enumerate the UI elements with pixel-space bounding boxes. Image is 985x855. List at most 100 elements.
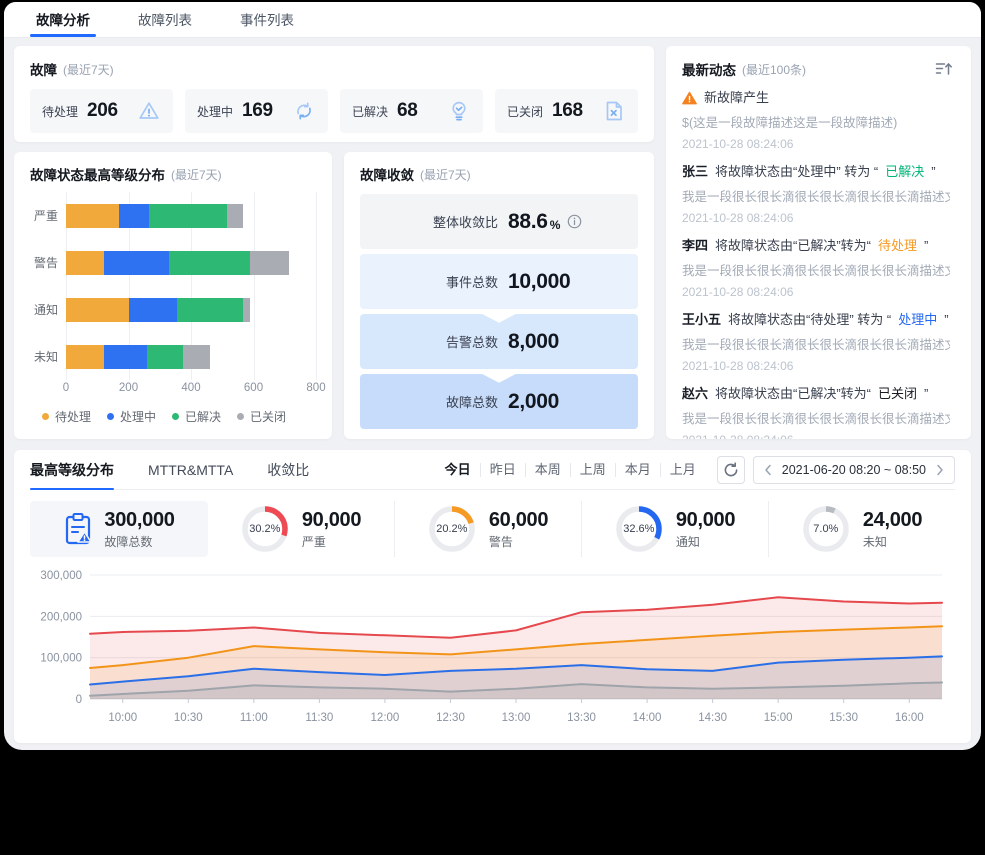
feed-item-title: 李四将故障状态由“已解决”转为“待处理”: [682, 237, 955, 254]
svg-text:11:30: 11:30: [305, 712, 333, 724]
donut-percent-label: 30.2%: [241, 505, 289, 553]
feed-status-text: 已解决: [885, 163, 924, 180]
activity-card: 最新动态 (最近100条) 新故障产生$(这是一: [666, 46, 971, 439]
fault-total-value: 300,000: [104, 509, 174, 531]
legend-dot: [42, 413, 49, 420]
preset-yesterday[interactable]: 昨日: [480, 463, 525, 477]
preset-this-month[interactable]: 本月: [615, 463, 660, 477]
bar-rows: [66, 192, 316, 380]
tab-label: 最高等级分布: [30, 460, 114, 480]
svg-text:13:00: 13:00: [502, 712, 531, 724]
activity-card-title: 最新动态 (最近100条): [682, 59, 806, 79]
preset-this-week[interactable]: 本周: [525, 463, 570, 477]
funnel-row-label: 整体收敛比: [402, 212, 498, 231]
donut-kpi-text: 24,000 未知: [863, 509, 922, 550]
funnel-row: 告警总数8,000: [360, 314, 638, 369]
funnel-value-number: 88.6: [508, 210, 548, 234]
chevron-left-icon[interactable]: [764, 464, 772, 476]
bar-segment-已解决: [149, 204, 227, 228]
bar-category-label: 严重: [30, 192, 66, 239]
preset-today[interactable]: 今日: [436, 463, 480, 477]
feed-item-desc: 我是一段很长很长滴很长很长滴很长很长滴描述文字...: [682, 334, 950, 353]
funnel-row-value: 8,000: [508, 330, 596, 354]
sort-asc-icon: [935, 61, 953, 77]
funnel-row-value: 10,000: [508, 270, 596, 294]
card-subtitle: (最近7天): [63, 61, 114, 78]
bar-segment-已关闭: [250, 251, 289, 275]
svg-text:14:00: 14:00: [633, 712, 662, 724]
refresh-button[interactable]: [717, 456, 745, 484]
sort-button[interactable]: [933, 59, 955, 79]
stacked-bar: [66, 204, 316, 228]
svg-text:14:30: 14:30: [698, 712, 727, 724]
bar-x-tick-label: 600: [244, 382, 263, 394]
donut-kpi-value: 90,000: [676, 509, 735, 531]
funnel-value-number: 8,000: [508, 330, 559, 354]
stat-label: 处理中: [197, 103, 233, 120]
donut-kpi-label: 警告: [489, 533, 548, 550]
tab-fault-analysis[interactable]: 故障分析: [34, 2, 92, 37]
donut-kpi-text: 90,000通知: [676, 509, 735, 550]
fault-stats: 待处理206处理中169已解决68已关闭168: [30, 89, 638, 133]
bar-row: [66, 286, 316, 333]
donut-kpi-text: 60,000 警告: [489, 509, 548, 550]
svg-text:15:00: 15:00: [764, 712, 793, 724]
donut-kpi-text: 90,000严重: [302, 509, 361, 550]
alert-triangle-icon: [682, 91, 697, 105]
funnel-row-label: 事件总数: [402, 272, 498, 291]
stacked-bar: [66, 345, 316, 369]
bar-segment-处理中: [119, 204, 149, 228]
bar-legend: 待处理 处理中已解决已关闭: [30, 408, 316, 425]
donut-kpi-value: 60,000: [489, 509, 548, 531]
legend-dot: [107, 413, 114, 420]
tab-event-list[interactable]: 事件列表: [238, 2, 296, 37]
chevron-right-icon[interactable]: [936, 464, 944, 476]
feed-action-text: 将故障状态由“待处理” 转为 “: [728, 311, 891, 328]
date-range-value: 2021-06-20 08:20 ~ 08:50: [782, 463, 926, 477]
svg-text:0: 0: [76, 694, 82, 706]
funnel-value-unit: %: [550, 218, 560, 232]
tab-fault-list[interactable]: 故障列表: [136, 2, 194, 37]
donut-kpi-label: 未知: [863, 533, 922, 550]
fault-stat-box: 已关闭168: [495, 89, 638, 133]
feed-item-desc: 我是一段很长很长滴很长很长滴很长很长滴描述文字...: [682, 186, 950, 205]
funnel-value-number: 2,000: [508, 390, 559, 414]
feed-status-text: 待处理: [878, 237, 917, 254]
bar-x-tick-label: 200: [119, 382, 138, 394]
donut-kpi-group: 30.2% 90,000严重: [208, 501, 394, 557]
convergence-card: 故障收敛 (最近7天) 整体收敛比88.6%事件总数10,000告警总数8,00…: [344, 152, 654, 439]
tab-convergence-ratio[interactable]: 收敛比: [267, 450, 309, 489]
feed-item-desc: $(这是一段故障描述这是一段故障描述): [682, 112, 950, 131]
tab-mttr-mtta[interactable]: MTTR&MTTA: [148, 450, 233, 489]
feed-item-title: 赵六将故障状态由“已解决”转为“已关闭”: [682, 385, 955, 402]
donut-kpi-value: 24,000: [863, 509, 922, 531]
legend-item[interactable]: 已解决: [172, 408, 221, 425]
file-x-icon: [602, 99, 626, 123]
feed-item-title: 王小五将故障状态由“待处理” 转为 “处理中”: [682, 311, 955, 328]
bar-segment-已解决: [147, 345, 183, 369]
bar-segment-已关闭: [183, 345, 210, 369]
fault-total-label: 故障总数: [104, 533, 174, 550]
card-subtitle: (最近100条): [742, 61, 806, 78]
preset-last-week[interactable]: 上周: [570, 463, 615, 477]
activity-feed: 新故障产生$(这是一段故障描述这是一段故障描述)2021-10-28 08:24…: [682, 79, 955, 439]
preset-last-month[interactable]: 上月: [660, 463, 705, 477]
info-icon[interactable]: [567, 214, 582, 229]
legend-item[interactable]: 已关闭: [237, 408, 286, 425]
svg-text:200,000: 200,000: [40, 611, 82, 623]
donut-percent-label: 20.2%: [428, 505, 476, 553]
svg-text:13:30: 13:30: [567, 712, 596, 724]
legend-item[interactable]: 处理中: [107, 408, 156, 425]
fault-total-box: 300,000 故障总数: [30, 501, 208, 557]
area-chart: 0100,000200,000300,00010:0010:3011:0011:…: [30, 563, 955, 738]
legend-item[interactable]: 待处理: [42, 408, 91, 425]
date-range-picker[interactable]: 2021-06-20 08:20 ~ 08:50: [753, 456, 955, 484]
svg-text:10:30: 10:30: [174, 712, 203, 724]
legend-label: 处理中: [120, 408, 156, 425]
tab-top-level-distribution[interactable]: 最高等级分布: [30, 450, 114, 489]
bar-segment-已关闭: [227, 204, 243, 228]
bar-segment-处理中: [104, 345, 148, 369]
bar-x-tick-label: 0: [63, 382, 69, 394]
donut-kpi-group: 32.6%90,000通知: [581, 501, 768, 557]
svg-text:11:00: 11:00: [240, 712, 268, 724]
